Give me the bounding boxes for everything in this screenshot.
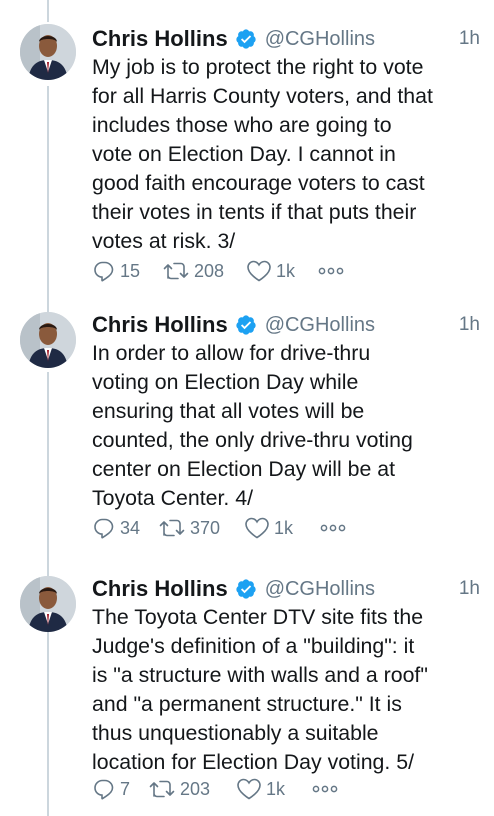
verified-badge-icon [235,314,257,336]
tweet-header: Chris Hollins @CGHollins 1h [92,308,482,342]
author-handle[interactable]: @CGHollins [265,28,375,51]
timestamp[interactable]: 1h [459,314,482,336]
reply-button[interactable]: 7 [92,777,148,801]
reply-count: 34 [120,517,141,538]
more-options-button[interactable] [312,784,338,794]
like-button[interactable]: 1k [244,516,320,540]
reply-icon [94,261,114,282]
timestamp[interactable]: 1h [459,28,482,50]
more-options-button[interactable] [320,523,346,533]
more-icon [320,524,346,532]
verified-badge-icon [235,28,257,50]
tweet[interactable]: Chris Hollins @CGHollins 1h My job is to… [0,0,494,296]
tweet-actions: 7 203 1k [92,774,338,804]
tweet-header: Chris Hollins @CGHollins 1h [92,22,482,56]
reply-icon [94,518,114,539]
reply-icon [94,779,114,800]
author-name[interactable]: Chris Hollins [92,312,228,338]
reply-button[interactable]: 15 [92,259,162,283]
retweet-button[interactable]: 208 [162,259,246,283]
like-count: 1k [274,517,294,538]
author-name[interactable]: Chris Hollins [92,26,228,52]
tweet-text: The Toyota Center DTV site fits the Judg… [92,605,428,774]
retweet-icon [159,519,185,537]
heart-icon [245,517,269,539]
like-count: 1k [276,260,296,281]
retweet-count: 203 [180,778,211,799]
tweet[interactable]: Chris Hollins @CGHollins 1h The Toyota C… [0,560,494,816]
more-icon [312,785,338,793]
more-icon [318,267,344,275]
tweet[interactable]: Chris Hollins @CGHollins 1h In order to … [0,296,494,560]
author-name[interactable]: Chris Hollins [92,576,228,602]
retweet-count: 208 [194,260,225,281]
verified-badge-icon [235,578,257,600]
retweet-button[interactable]: 203 [148,777,236,801]
avatar[interactable] [20,24,76,80]
retweet-count: 370 [190,517,221,538]
author-handle[interactable]: @CGHollins [265,314,375,337]
like-button[interactable]: 1k [236,777,312,801]
like-count: 1k [266,778,286,799]
avatar[interactable] [20,576,76,632]
reply-count: 15 [120,260,141,281]
tweet-actions: 34 370 1k [92,513,346,543]
tweet-text: In order to allow for drive-thru voting … [92,341,413,510]
author-handle[interactable]: @CGHollins [265,578,375,601]
more-options-button[interactable] [318,266,344,276]
heart-icon [247,260,271,282]
tweet-header: Chris Hollins @CGHollins 1h [92,572,482,606]
retweet-icon [163,262,189,280]
tweet-text: My job is to protect the right to vote f… [92,55,433,253]
like-button[interactable]: 1k [246,259,318,283]
reply-button[interactable]: 34 [92,516,158,540]
timestamp[interactable]: 1h [459,578,482,600]
retweet-icon [149,780,175,798]
avatar[interactable] [20,312,76,368]
heart-icon [237,778,261,800]
reply-count: 7 [120,778,131,799]
retweet-button[interactable]: 370 [158,516,244,540]
tweet-actions: 15 208 1k [92,256,344,286]
